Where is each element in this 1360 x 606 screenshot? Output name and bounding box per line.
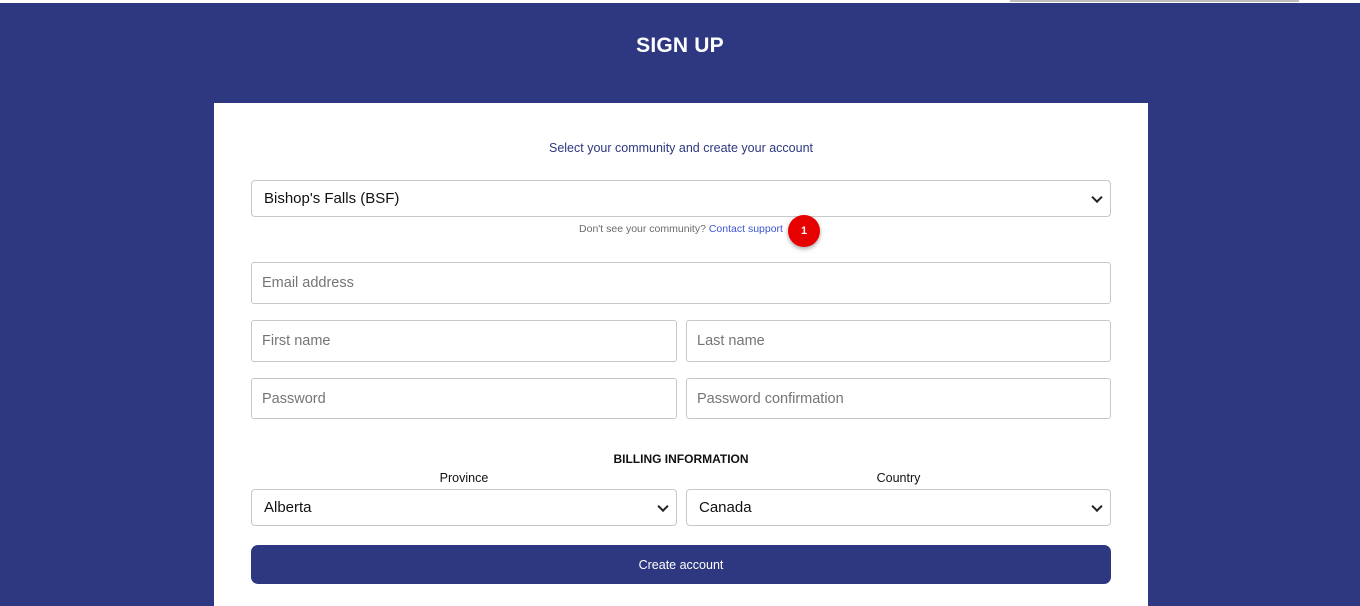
billing-heading: BILLING INFORMATION — [613, 452, 749, 466]
country-label: Country — [876, 471, 921, 485]
password-field[interactable] — [251, 378, 677, 419]
chevron-down-icon — [1091, 191, 1103, 203]
top-strip — [0, 0, 1360, 3]
step-badge: 1 — [788, 215, 820, 247]
chevron-down-icon — [1091, 500, 1103, 512]
province-label: Province — [439, 471, 489, 485]
password-confirmation-field[interactable] — [686, 378, 1111, 419]
top-scrollbar[interactable] — [1010, 0, 1299, 2]
country-select-value: Canada — [699, 499, 752, 516]
community-helper-text: Don't see your community? — [579, 223, 706, 235]
community-select[interactable]: Bishop's Falls (BSF) — [251, 180, 1111, 217]
country-select[interactable]: Canada — [686, 489, 1111, 526]
page-title: SIGN UP — [636, 34, 724, 57]
form-subtitle: Select your community and create your ac… — [548, 141, 814, 155]
community-select-value: Bishop's Falls (BSF) — [264, 190, 400, 207]
signup-card: Select your community and create your ac… — [214, 103, 1148, 606]
contact-support-link[interactable]: Contact support — [709, 223, 783, 235]
province-select[interactable]: Alberta — [251, 489, 677, 526]
chevron-down-icon — [657, 500, 669, 512]
community-helper: Don't see your community? Contact suppor… — [214, 223, 1148, 235]
first-name-field[interactable] — [251, 320, 677, 362]
last-name-field[interactable] — [686, 320, 1111, 362]
province-select-value: Alberta — [264, 499, 312, 516]
create-account-button[interactable]: Create account — [251, 545, 1111, 584]
email-field[interactable] — [251, 262, 1111, 304]
